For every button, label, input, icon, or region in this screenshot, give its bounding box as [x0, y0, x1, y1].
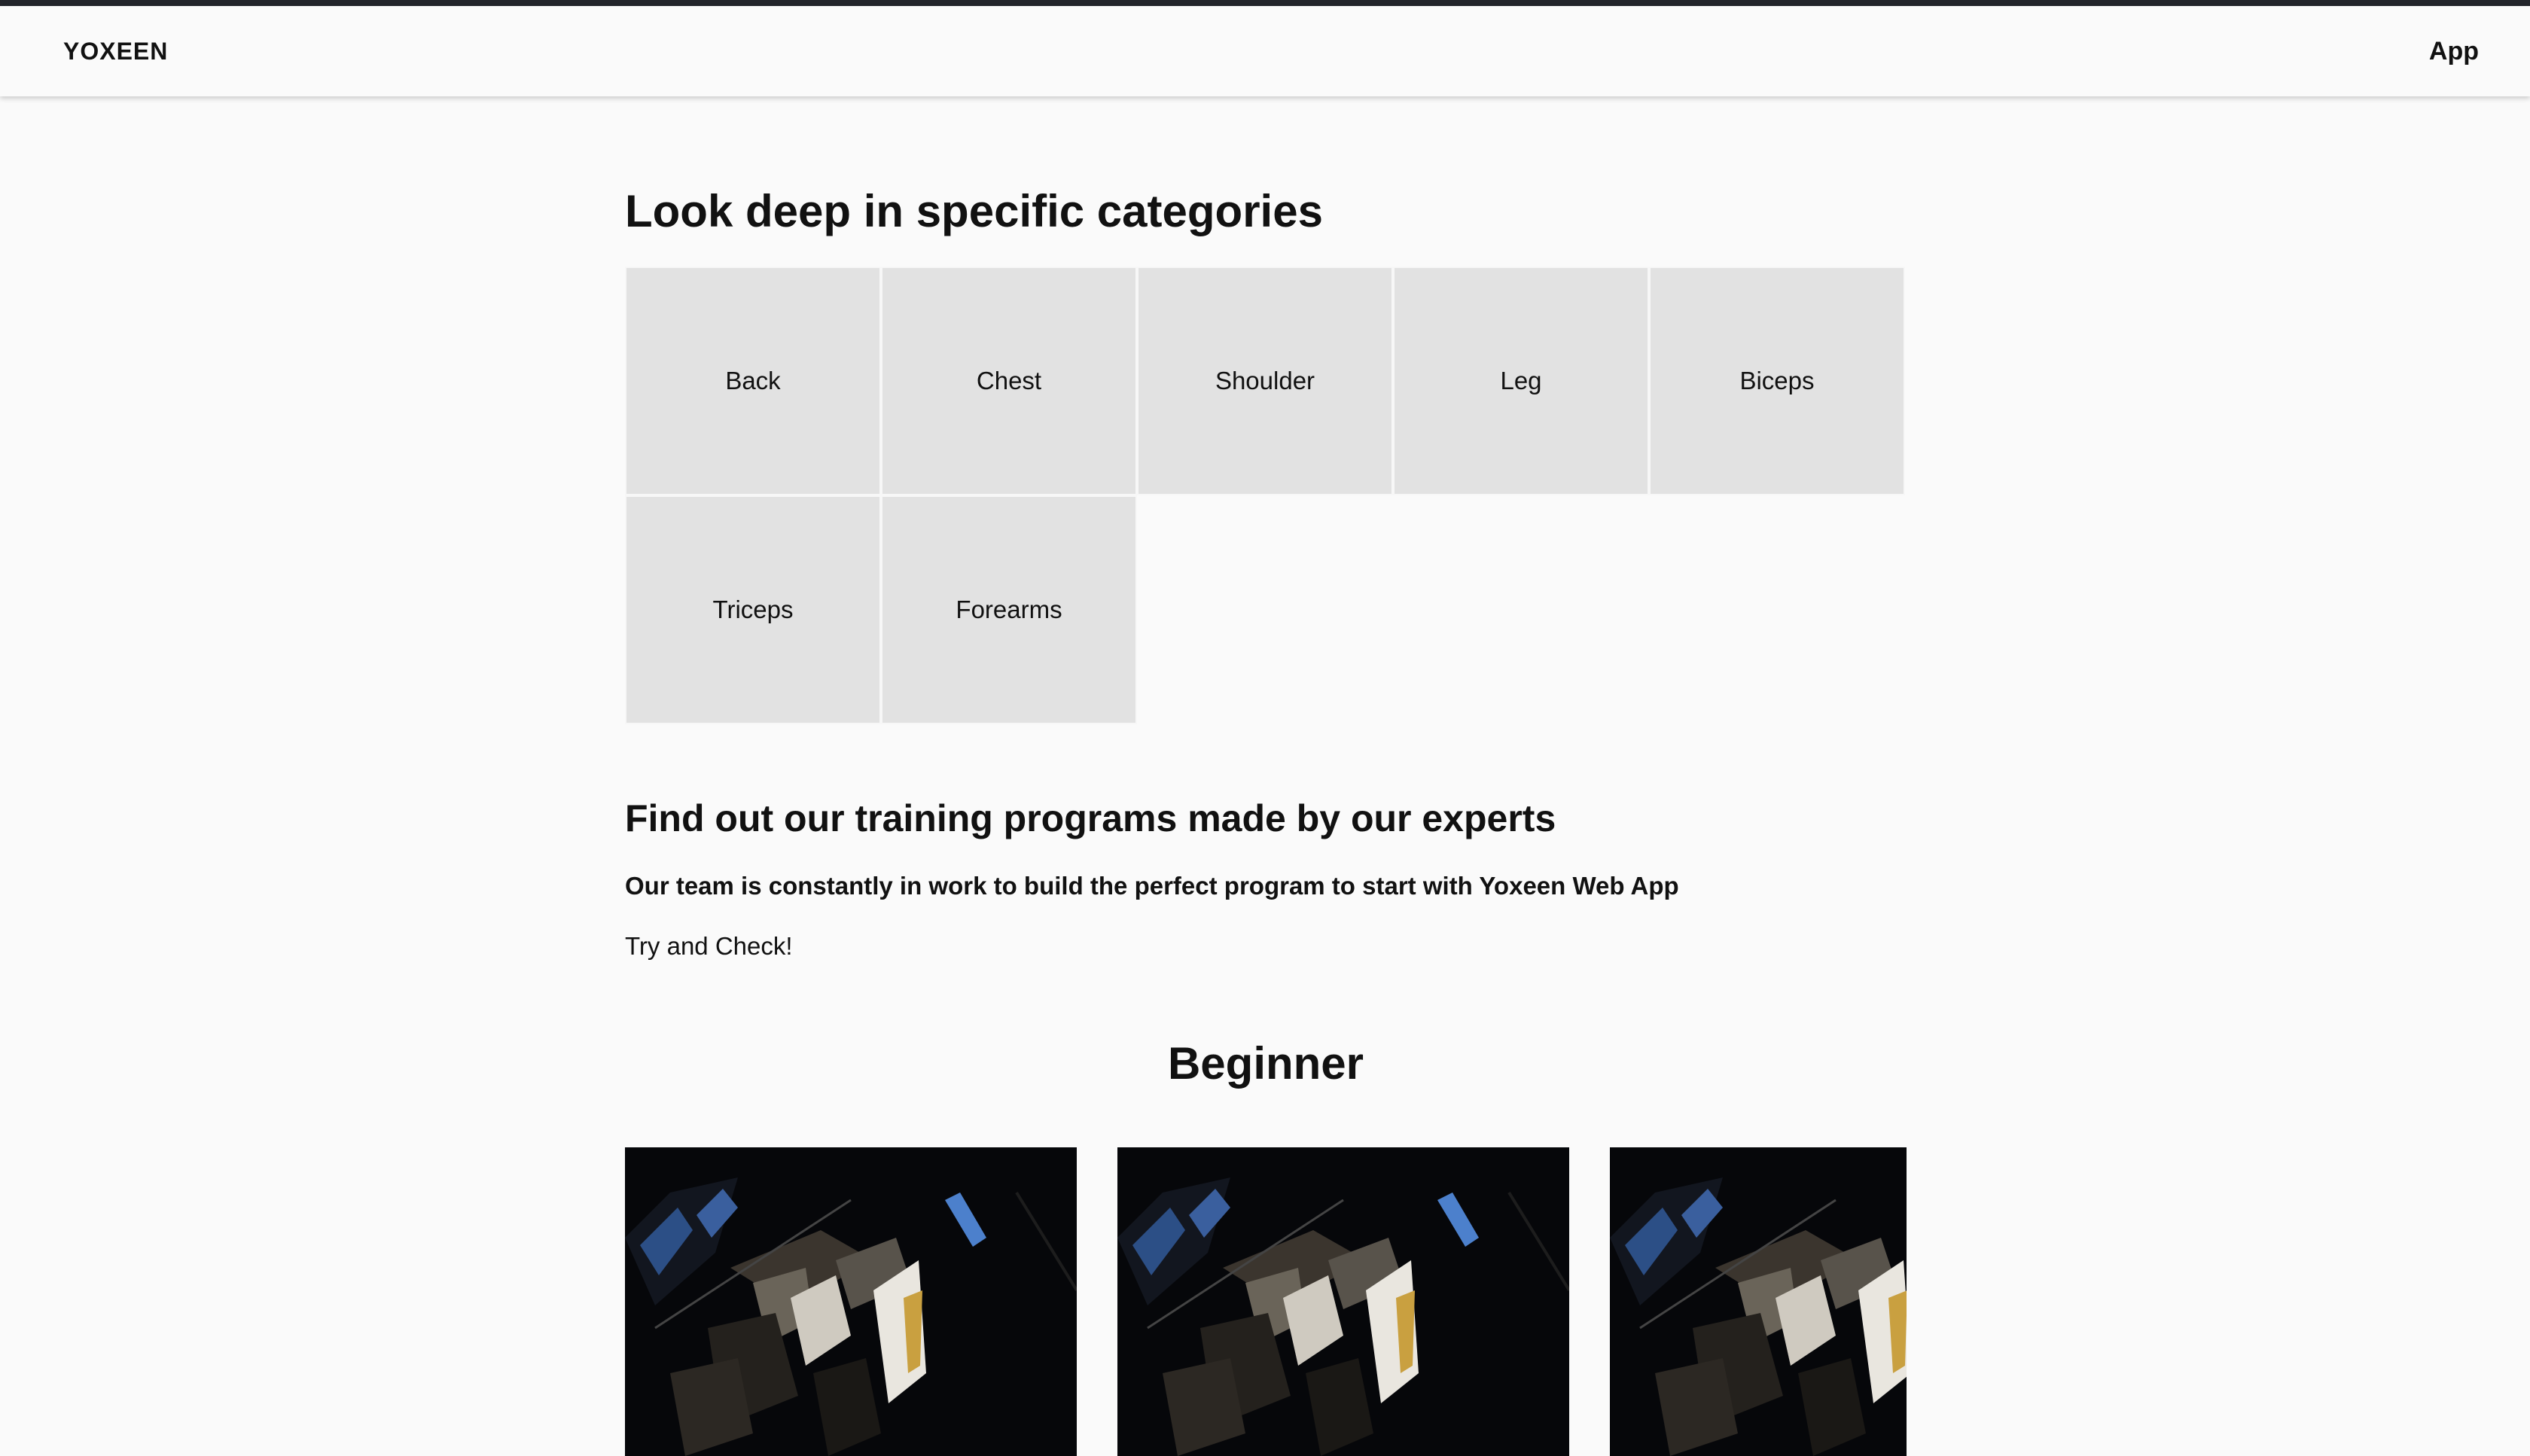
- program-card-image[interactable]: [1117, 1147, 1569, 1456]
- programs-cta-text: Try and Check!: [625, 932, 793, 960]
- category-tile-chest[interactable]: Chest: [881, 267, 1137, 495]
- dark-architecture-image: [1610, 1147, 1907, 1456]
- categories-title: Look deep in specific categories: [625, 186, 1323, 236]
- program-card-image[interactable]: [625, 1147, 1077, 1456]
- dark-architecture-image: [625, 1147, 1077, 1456]
- beginner-title: Beginner: [1167, 1038, 1364, 1089]
- dark-architecture-image: [1117, 1147, 1569, 1456]
- category-tile-forearms[interactable]: Forearms: [881, 495, 1137, 724]
- programs-subtitle: Our team is constantly in work to build …: [625, 872, 1679, 900]
- category-tile-triceps[interactable]: Triceps: [625, 495, 881, 724]
- category-tile-back[interactable]: Back: [625, 267, 881, 495]
- nav-app-link[interactable]: App: [2429, 37, 2479, 66]
- program-card-image[interactable]: [1610, 1147, 1907, 1456]
- category-tile-biceps[interactable]: Biceps: [1649, 267, 1905, 495]
- category-tile-leg[interactable]: Leg: [1393, 267, 1649, 495]
- categories-grid: Back Chest Shoulder Leg Biceps Triceps F…: [625, 267, 1907, 724]
- programs-title: Find out our training programs made by o…: [625, 797, 1556, 839]
- top-border: [0, 0, 2530, 6]
- category-tile-shoulder[interactable]: Shoulder: [1137, 267, 1393, 495]
- navbar: YOXEEN App: [0, 6, 2530, 96]
- brand-logo[interactable]: YOXEEN: [63, 38, 168, 65]
- program-cards: [625, 1147, 1907, 1456]
